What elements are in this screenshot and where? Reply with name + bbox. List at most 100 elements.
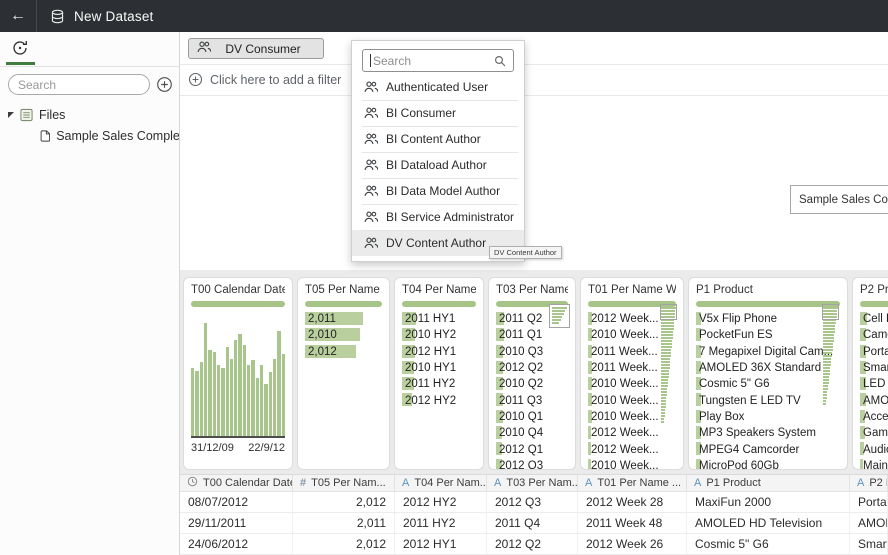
- histogram-bar: [234, 340, 237, 436]
- column-title: T05 Per Name Y...: [305, 284, 382, 298]
- table-cell: 2012 Week 26: [578, 534, 687, 554]
- column-value: 2,011: [305, 311, 382, 327]
- column-value: AMOL: [860, 392, 888, 408]
- tree-node-dataset-file[interactable]: Sample Sales Complete...: [0, 125, 179, 146]
- dataset-node[interactable]: Sample Sales Comple: [790, 185, 888, 214]
- column-header[interactable]: AT04 Per Nam...: [395, 475, 487, 491]
- stripe: [661, 343, 672, 345]
- value-label: Came: [860, 329, 888, 341]
- dropdown-search-input[interactable]: Search: [362, 49, 514, 72]
- column-value: MPEG4 Camcorder: [696, 441, 840, 457]
- table-cell: 24/06/2012: [180, 534, 293, 554]
- dataset-editor-window: ← New Dataset Search: [0, 0, 888, 555]
- text-type-icon: A: [494, 477, 501, 489]
- table-cell: MaxiFun 2000: [687, 492, 850, 512]
- stripe: [661, 385, 668, 387]
- column-card[interactable]: P2 ProCell PhCamePortabSmartLEDAMOLAcces…: [852, 277, 888, 470]
- value-label: Gamin: [860, 427, 888, 439]
- column-header[interactable]: AP1 Product: [687, 475, 850, 491]
- stripe: [823, 373, 830, 375]
- column-card[interactable]: T00 Calendar Date31/12/0922/9/12: [183, 277, 293, 470]
- column-header[interactable]: A T03 Per Nam...: [487, 475, 578, 491]
- column-header-label: T03 Per Nam...: [506, 477, 578, 489]
- value-label: Cosmic 5" G6: [696, 378, 770, 390]
- column-value: 2012 Q3: [496, 458, 568, 470]
- column-title: P2 Pro: [860, 284, 888, 298]
- text-type-icon: A: [585, 477, 592, 489]
- column-header[interactable]: AT01 Per Name ...: [578, 475, 687, 491]
- stripe: [823, 349, 833, 351]
- value-label: 2011 Week...: [588, 346, 658, 358]
- value-label: 2010 Week...: [588, 411, 659, 423]
- column-value: 2011 HY2: [402, 376, 476, 392]
- stripe: [823, 382, 829, 384]
- value-label: MP3 Speakers System: [696, 427, 816, 439]
- stripe: [823, 391, 827, 393]
- stripe: [661, 415, 665, 417]
- column-card[interactable]: P1 ProductV5x Flip PhonePocketFun ES7 Me…: [688, 277, 848, 470]
- add-filter-button[interactable]: Click here to add a filter: [188, 72, 341, 87]
- role-option[interactable]: BI Data Model Author: [352, 178, 524, 204]
- table-cell: 2011 HY2: [395, 513, 487, 533]
- value-label: 2010 Week...: [588, 329, 659, 341]
- column-value: 2011 Q1: [496, 327, 568, 343]
- column-value: 2010 Week...: [588, 458, 676, 470]
- column-card[interactable]: T05 Per Name Y...2,0112,0102,012: [297, 277, 390, 470]
- histogram-bar: [213, 352, 216, 436]
- table-cell: Cosmic 5" G6: [687, 534, 850, 554]
- column-card[interactable]: T01 Per Name Week2012 Week...2010 Week..…: [580, 277, 684, 470]
- value-label: 2012 Q2: [496, 362, 543, 374]
- role-dropdown: Search Authenticated UserBI ConsumerBI C…: [351, 40, 525, 262]
- active-tab-indicator: [6, 62, 35, 65]
- value-label: V5x Flip Phone: [696, 313, 777, 325]
- role-option[interactable]: BI Service Administrator: [352, 204, 524, 230]
- column-value: 2,010: [305, 327, 382, 343]
- expand-triangle-icon[interactable]: [8, 112, 14, 118]
- role-option[interactable]: BI Dataload Author: [352, 152, 524, 178]
- column-value: 2010 Q3: [496, 344, 568, 360]
- column-header[interactable]: T00 Calendar Date: [180, 475, 293, 491]
- value-label: 2011 HY1: [402, 313, 455, 325]
- column-header[interactable]: # T05 Per Nam...: [293, 475, 395, 491]
- column-value: 2012 Week...: [588, 441, 676, 457]
- number-type-icon: #: [300, 477, 306, 489]
- role-option[interactable]: BI Consumer: [352, 100, 524, 126]
- back-button[interactable]: ←: [0, 0, 37, 32]
- sidebar-search-input[interactable]: Search: [8, 74, 150, 95]
- value-label: Portab: [860, 346, 888, 358]
- value-label: 2010 HY1: [402, 362, 456, 374]
- files-tree: Files Sample Sales Complete...: [0, 104, 179, 146]
- dataset-icon: [50, 9, 65, 24]
- data-tab-icon[interactable]: [11, 39, 29, 62]
- column-header-label: T05 Per Nam...: [311, 477, 386, 489]
- column-title: T04 Per Name ...: [402, 284, 476, 298]
- column-value: 2012 HY2: [402, 392, 476, 408]
- role-chip-label: DV Consumer: [211, 42, 315, 56]
- column-header[interactable]: AP2 P: [850, 475, 888, 491]
- role-option[interactable]: BI Content Author: [352, 126, 524, 152]
- role-option[interactable]: Authenticated User: [352, 74, 524, 100]
- histogram-bar: [260, 365, 263, 436]
- sidebar-tabbar: [0, 32, 179, 67]
- stripe: [823, 325, 835, 327]
- histogram-bar: [247, 365, 250, 436]
- add-connection-button[interactable]: [156, 76, 173, 93]
- column-title: T03 Per Name Qtr: [496, 284, 568, 298]
- stripe: [661, 394, 667, 396]
- column-card[interactable]: T04 Per Name ...2011 HY12010 HY22012 HY1…: [394, 277, 484, 470]
- stripe: [823, 370, 830, 372]
- value-label: 2,011: [305, 313, 336, 325]
- stripe: [661, 331, 673, 333]
- value-label: 2010 Q3: [496, 346, 543, 358]
- stripe: [823, 331, 835, 333]
- stripe: [823, 358, 831, 360]
- stripe: [823, 379, 829, 381]
- stripe: [552, 316, 562, 318]
- folder-file-icon: [20, 108, 33, 122]
- role-filter-chip[interactable]: DV Consumer: [188, 38, 324, 59]
- column-card[interactable]: T03 Per Name Qtr2011 Q22011 Q12010 Q3201…: [488, 277, 576, 470]
- stripe: [823, 340, 834, 342]
- tree-node-files[interactable]: Files: [0, 104, 179, 125]
- value-label: 2012 HY2: [402, 395, 456, 407]
- stripe: [661, 340, 672, 342]
